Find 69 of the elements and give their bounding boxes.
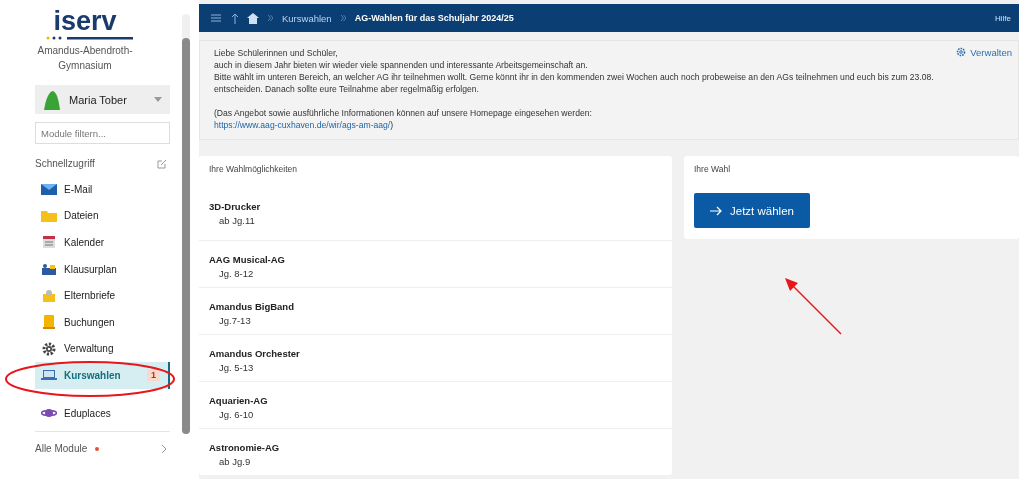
option-grades: Jg. 8-12 (218, 268, 255, 279)
sidebar-item[interactable]: Kalender (35, 229, 170, 256)
option-row[interactable]: Aquarien-AG Jg. 6-10 (199, 381, 672, 428)
option-name: AAG Musical-AG (209, 254, 286, 265)
option-row[interactable]: AAG Musical-AG Jg. 8-12 (199, 240, 672, 287)
booking-icon (41, 315, 57, 330)
intro-text: entscheiden. Danach sollte eure Teilnahme aber regelmäßig erfolgen. (214, 83, 480, 95)
home-icon[interactable] (247, 12, 259, 24)
manage-link[interactable]: Verwalten (956, 47, 1012, 59)
option-row[interactable]: Amandus Orchester Jg. 5-13 (199, 334, 672, 381)
sidebar-item[interactable]: Kurswahlen 1 (35, 362, 170, 389)
help-link[interactable]: Hilfe (995, 13, 1011, 23)
iserv-logo: iserv (52, 8, 118, 34)
arrow-right-icon (710, 205, 722, 216)
sidebar-item[interactable]: Buchungen (35, 308, 170, 336)
module-filter-field[interactable]: Module filtern... (35, 122, 170, 144)
option-row[interactable]: 3D-Drucker ab Jg.11 (199, 183, 672, 240)
envelope-icon (41, 182, 57, 197)
sidebar-item[interactable]: Elternbriefe (35, 282, 170, 309)
intro-text: Liebe Schülerinnen und Schüler, (214, 47, 339, 59)
card-title: Ihre Wahlmöglichkeiten (208, 163, 299, 176)
sidebar-item[interactable]: Dateien (35, 202, 170, 230)
plan-icon (41, 262, 57, 277)
vote-button[interactable]: Jetzt wählen (694, 193, 810, 228)
scrollbar[interactable] (182, 14, 190, 434)
school-name: Amandus-Abendroth-Gymnasium (36, 44, 134, 73)
laptop-icon (41, 368, 57, 383)
intro-text: Bitte wählt im unteren Bereich, an welcher AG ihr teilnehmen wollt. Gerne könnt ihr in den kommenden zwei Wochen auch noch probeweise an den AGs teilnehmen und euch bis zum 23.08. (214, 71, 935, 83)
option-grades: Jg. 6-10 (218, 409, 255, 420)
chevron-right-icon (161, 443, 167, 454)
quick-access-label: Schnellzugriff (35, 158, 95, 169)
page-title: AG-Wahlen für das Schuljahr 2024/25 (354, 13, 514, 23)
option-row[interactable]: Amandus BigBand Jg.7-13 (199, 287, 672, 334)
option-name: Aquarien-AG (209, 395, 269, 406)
logo-dots-icon (45, 35, 135, 41)
notification-dot-icon (95, 446, 100, 451)
menu-icon[interactable] (211, 14, 221, 22)
option-grades: ab Jg.9 (218, 456, 252, 467)
option-name: Astronomie-AG (209, 442, 281, 453)
option-name: 3D-Drucker (209, 201, 262, 212)
option-grades: ab Jg.11 (218, 215, 256, 226)
info-text: (Das Angebot sowie ausführliche Informationen können auf unsere Homepage eingesehen werden: https://www.aag-cuxhaven.de/wir/ags-am-aag/) (214, 107, 593, 131)
edit-icon[interactable] (157, 158, 167, 169)
option-name: Amandus BigBand (209, 301, 295, 312)
option-name: Amandus Orchester (209, 348, 301, 359)
count-badge: 1 (147, 369, 160, 382)
option-row[interactable]: Astronomie-AG ab Jg.9 (199, 428, 672, 475)
card-title: Ihre Wahl (693, 163, 732, 176)
breadcrumb-link[interactable]: Kurswahlen (282, 12, 332, 24)
chevron-right-icon (340, 15, 346, 21)
caret-icon (154, 97, 162, 102)
sidebar-item[interactable]: Klausurplan (35, 255, 170, 283)
user-menu-button[interactable]: Maria Tober (35, 85, 170, 114)
sidebar-item[interactable]: Verwaltung (35, 335, 170, 363)
avatar-icon (43, 89, 61, 110)
annotation-arrow (785, 278, 842, 335)
option-grades: Jg.7-13 (218, 315, 252, 326)
settings-icon (956, 47, 967, 57)
calendar-icon (41, 235, 57, 250)
gear-icon (41, 341, 57, 356)
up-arrow-icon[interactable] (230, 12, 238, 24)
sidebar-item[interactable]: Eduplaces (35, 399, 170, 427)
all-modules-link[interactable]: Alle Module (35, 431, 170, 455)
sidebar-item[interactable]: E-Mail (35, 176, 170, 203)
option-grades: Jg. 5-13 (218, 362, 255, 373)
letter-icon (41, 288, 57, 303)
chevron-right-icon (268, 15, 273, 21)
intro-text: auch in diesem Jahr bieten wir wieder viele spannenden und interessante Arbeitsgemeinschaft an. (214, 59, 589, 71)
folder-icon (41, 208, 57, 223)
